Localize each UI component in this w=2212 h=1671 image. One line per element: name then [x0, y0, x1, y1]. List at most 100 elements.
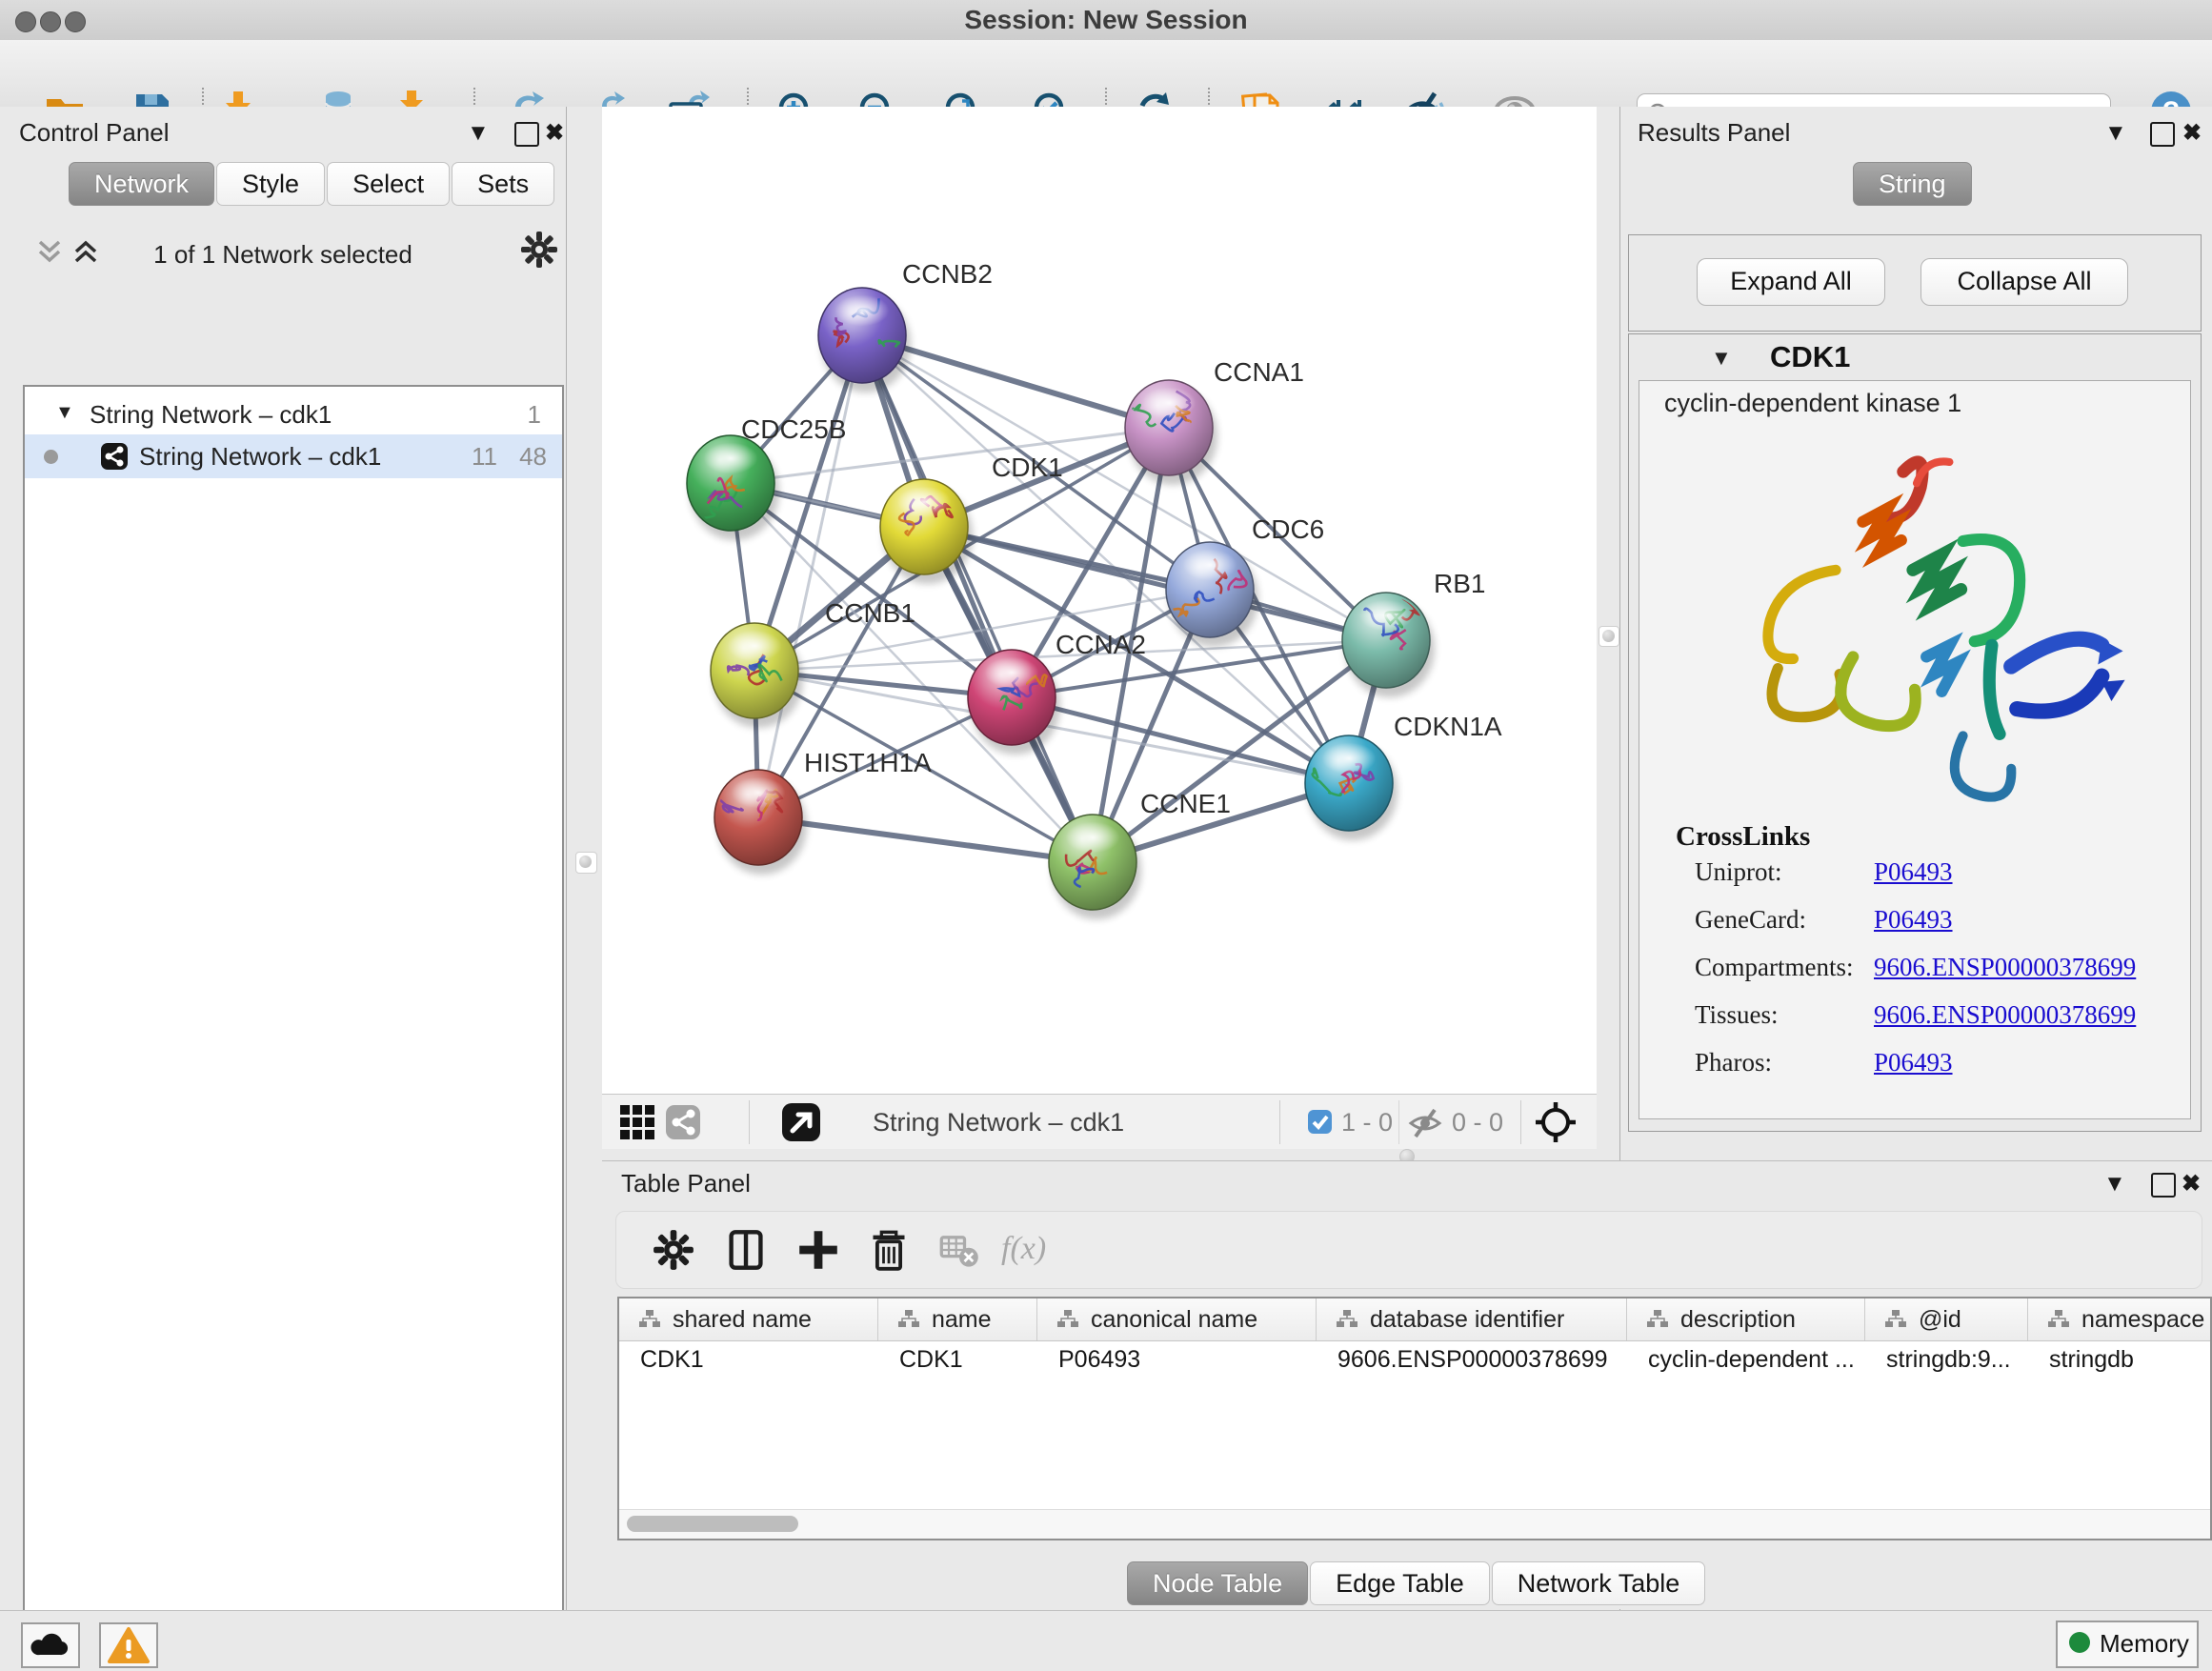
column-header-name[interactable]: name — [878, 1299, 1037, 1340]
add-column-icon[interactable] — [797, 1229, 839, 1271]
toolbar-divider — [1398, 1100, 1399, 1144]
table-cell[interactable]: stringdb — [2028, 1340, 2212, 1379]
crosslinks-title: CrossLinks — [1676, 821, 1810, 853]
node-label-CCNB2: CCNB2 — [902, 259, 993, 289]
network-canvas[interactable]: CCNB2CCNA1CDC25BCDK1CDC6RB1CCNB1CCNA2CDK… — [602, 107, 1597, 1094]
control-panel-splitter[interactable] — [567, 107, 602, 1610]
crosslink-row: Compartments:9606.ENSP00000378699 — [1639, 953, 2190, 1000]
network-collection-count: 1 — [528, 400, 541, 430]
network-collection-row[interactable]: ▼ String Network – cdk1 1 — [25, 394, 562, 434]
results-panel-splitter[interactable] — [1597, 107, 1619, 1149]
network-row-selected[interactable]: String Network – cdk1 11 48 — [25, 434, 562, 478]
hidden-eye-icon[interactable] — [1408, 1106, 1442, 1145]
status-bar: Memory — [0, 1610, 2212, 1671]
node-CDC6[interactable]: CDC6 — [1166, 514, 1324, 647]
collapse-all-button[interactable]: Collapse All — [1920, 258, 2128, 306]
protein-structure-image — [1674, 425, 2156, 821]
delete-column-trash-icon[interactable] — [868, 1229, 910, 1271]
tab-network-table[interactable]: Network Table — [1492, 1561, 1706, 1605]
maximize-panel-icon[interactable] — [2151, 1173, 2176, 1198]
column-header--id[interactable]: @id — [1865, 1299, 2028, 1340]
title-bar: Session: New Session — [0, 0, 2212, 41]
selected-count: 1 - 0 — [1341, 1108, 1393, 1137]
warnings-button[interactable] — [99, 1622, 158, 1668]
network-share-view-icon[interactable] — [665, 1104, 701, 1145]
column-header-shared-name[interactable]: shared name — [619, 1299, 878, 1340]
column-header-description[interactable]: description — [1627, 1299, 1865, 1340]
node-CCNA1[interactable]: CCNA1 — [1125, 357, 1304, 485]
float-panel-icon[interactable]: ▼ — [467, 120, 490, 147]
scrollbar-thumb[interactable] — [627, 1516, 798, 1532]
float-panel-icon[interactable]: ▼ — [2103, 1171, 2126, 1198]
node-CCNB2[interactable]: CCNB2 — [818, 259, 993, 393]
network-options-gear-icon[interactable] — [520, 231, 558, 273]
delete-table-icon[interactable] — [938, 1229, 980, 1271]
crosslink-link[interactable]: P06493 — [1874, 1048, 1953, 1077]
node-label-CDKN1A: CDKN1A — [1394, 712, 1502, 741]
table-cell[interactable]: stringdb:9... — [1865, 1340, 2028, 1379]
table-header-row: shared namenamecanonical namedatabase id… — [619, 1299, 2212, 1341]
selected-checkbox-icon[interactable] — [1307, 1109, 1333, 1139]
string-network-graph[interactable]: CCNB2CCNA1CDC25BCDK1CDC6RB1CCNB1CCNA2CDK… — [602, 107, 1597, 1094]
network-collection-label: String Network – cdk1 — [90, 400, 332, 430]
crosslink-link[interactable]: P06493 — [1874, 857, 1953, 887]
edge-CCNB2-HIST1H1A[interactable] — [758, 335, 862, 817]
float-panel-icon[interactable]: ▼ — [2104, 120, 2127, 147]
tab-sets[interactable]: Sets — [452, 162, 554, 206]
table-row[interactable]: CDK1CDK1P064939606.ENSP00000378699cyclin… — [619, 1340, 2212, 1379]
crosslink-link[interactable]: 9606.ENSP00000378699 — [1874, 1000, 2136, 1030]
memory-button[interactable]: Memory — [2056, 1621, 2199, 1668]
edge-HIST1H1A-CCNE1[interactable] — [758, 817, 1093, 862]
open-in-window-icon[interactable] — [781, 1102, 821, 1147]
tab-style[interactable]: Style — [216, 162, 325, 206]
grid-view-icon[interactable] — [619, 1104, 655, 1145]
close-panel-icon[interactable]: ✖ — [2182, 119, 2202, 147]
close-panel-icon[interactable]: ✖ — [2182, 1170, 2201, 1198]
node-label-CDC6: CDC6 — [1252, 514, 1324, 544]
toolbar-divider — [749, 1100, 750, 1144]
expand-all-button[interactable]: Expand All — [1697, 258, 1885, 306]
node-RB1[interactable]: RB1 — [1342, 569, 1485, 697]
table-cell[interactable]: CDK1 — [619, 1340, 878, 1379]
table-cell[interactable]: cyclin-dependent ... — [1627, 1340, 1865, 1379]
node-label-CCNB1: CCNB1 — [825, 598, 915, 628]
table-cell[interactable]: P06493 — [1037, 1340, 1317, 1379]
column-header-namespace[interactable]: namespace — [2028, 1299, 2212, 1340]
cloud-button[interactable] — [21, 1622, 80, 1668]
warning-icon — [101, 1624, 156, 1666]
close-panel-icon[interactable]: ✖ — [545, 119, 564, 147]
node-HIST1H1A[interactable]: HIST1H1A — [714, 748, 932, 875]
tab-edge-table[interactable]: Edge Table — [1310, 1561, 1490, 1605]
tab-node-table[interactable]: Node Table — [1127, 1561, 1308, 1605]
tab-select[interactable]: Select — [327, 162, 450, 206]
node-CCNA2[interactable]: CCNA2 — [968, 630, 1146, 755]
show-columns-icon[interactable] — [725, 1229, 767, 1271]
memory-label: Memory — [2100, 1629, 2189, 1659]
maximize-panel-icon[interactable] — [2150, 122, 2175, 147]
node-table: shared namenamecanonical namedatabase id… — [617, 1297, 2212, 1540]
node-CCNE1[interactable]: CCNE1 — [1049, 789, 1231, 919]
birdseye-crosshair-icon[interactable] — [1534, 1100, 1578, 1149]
gene-result-box: ▼ CDK1 cyclin-dependent kinase 1 — [1628, 333, 2202, 1132]
crosslink-link[interactable]: P06493 — [1874, 905, 1953, 935]
crosslink-link[interactable]: 9606.ENSP00000378699 — [1874, 953, 2136, 982]
maximize-panel-icon[interactable] — [514, 122, 539, 147]
node-CDKN1A[interactable]: CDKN1A — [1305, 712, 1502, 840]
table-horizontal-scrollbar[interactable] — [619, 1509, 2210, 1539]
function-builder-icon[interactable]: f(x) — [1001, 1231, 1046, 1267]
column-header-canonical-name[interactable]: canonical name — [1037, 1299, 1317, 1340]
tab-string[interactable]: String — [1853, 162, 1972, 206]
crosslink-label: Tissues: — [1695, 1000, 1779, 1030]
column-header-database-identifier[interactable]: database identifier — [1317, 1299, 1627, 1340]
results-panel-tabs: String — [1853, 162, 1974, 206]
table-cell[interactable]: CDK1 — [878, 1340, 1037, 1379]
table-cell[interactable]: 9606.ENSP00000378699 — [1317, 1340, 1627, 1379]
table-settings-gear-icon[interactable] — [653, 1229, 694, 1271]
crosslink-label: GeneCard: — [1695, 905, 1806, 935]
network-tree: ▼ String Network – cdk1 1 String Network… — [23, 385, 564, 1671]
crosslink-label: Pharos: — [1695, 1048, 1772, 1077]
control-panel-title: Control Panel — [19, 118, 170, 148]
tab-network[interactable]: Network — [69, 162, 214, 206]
tree-expander-icon[interactable]: ▼ — [55, 402, 74, 424]
gene-collapse-icon[interactable]: ▼ — [1711, 346, 1732, 371]
